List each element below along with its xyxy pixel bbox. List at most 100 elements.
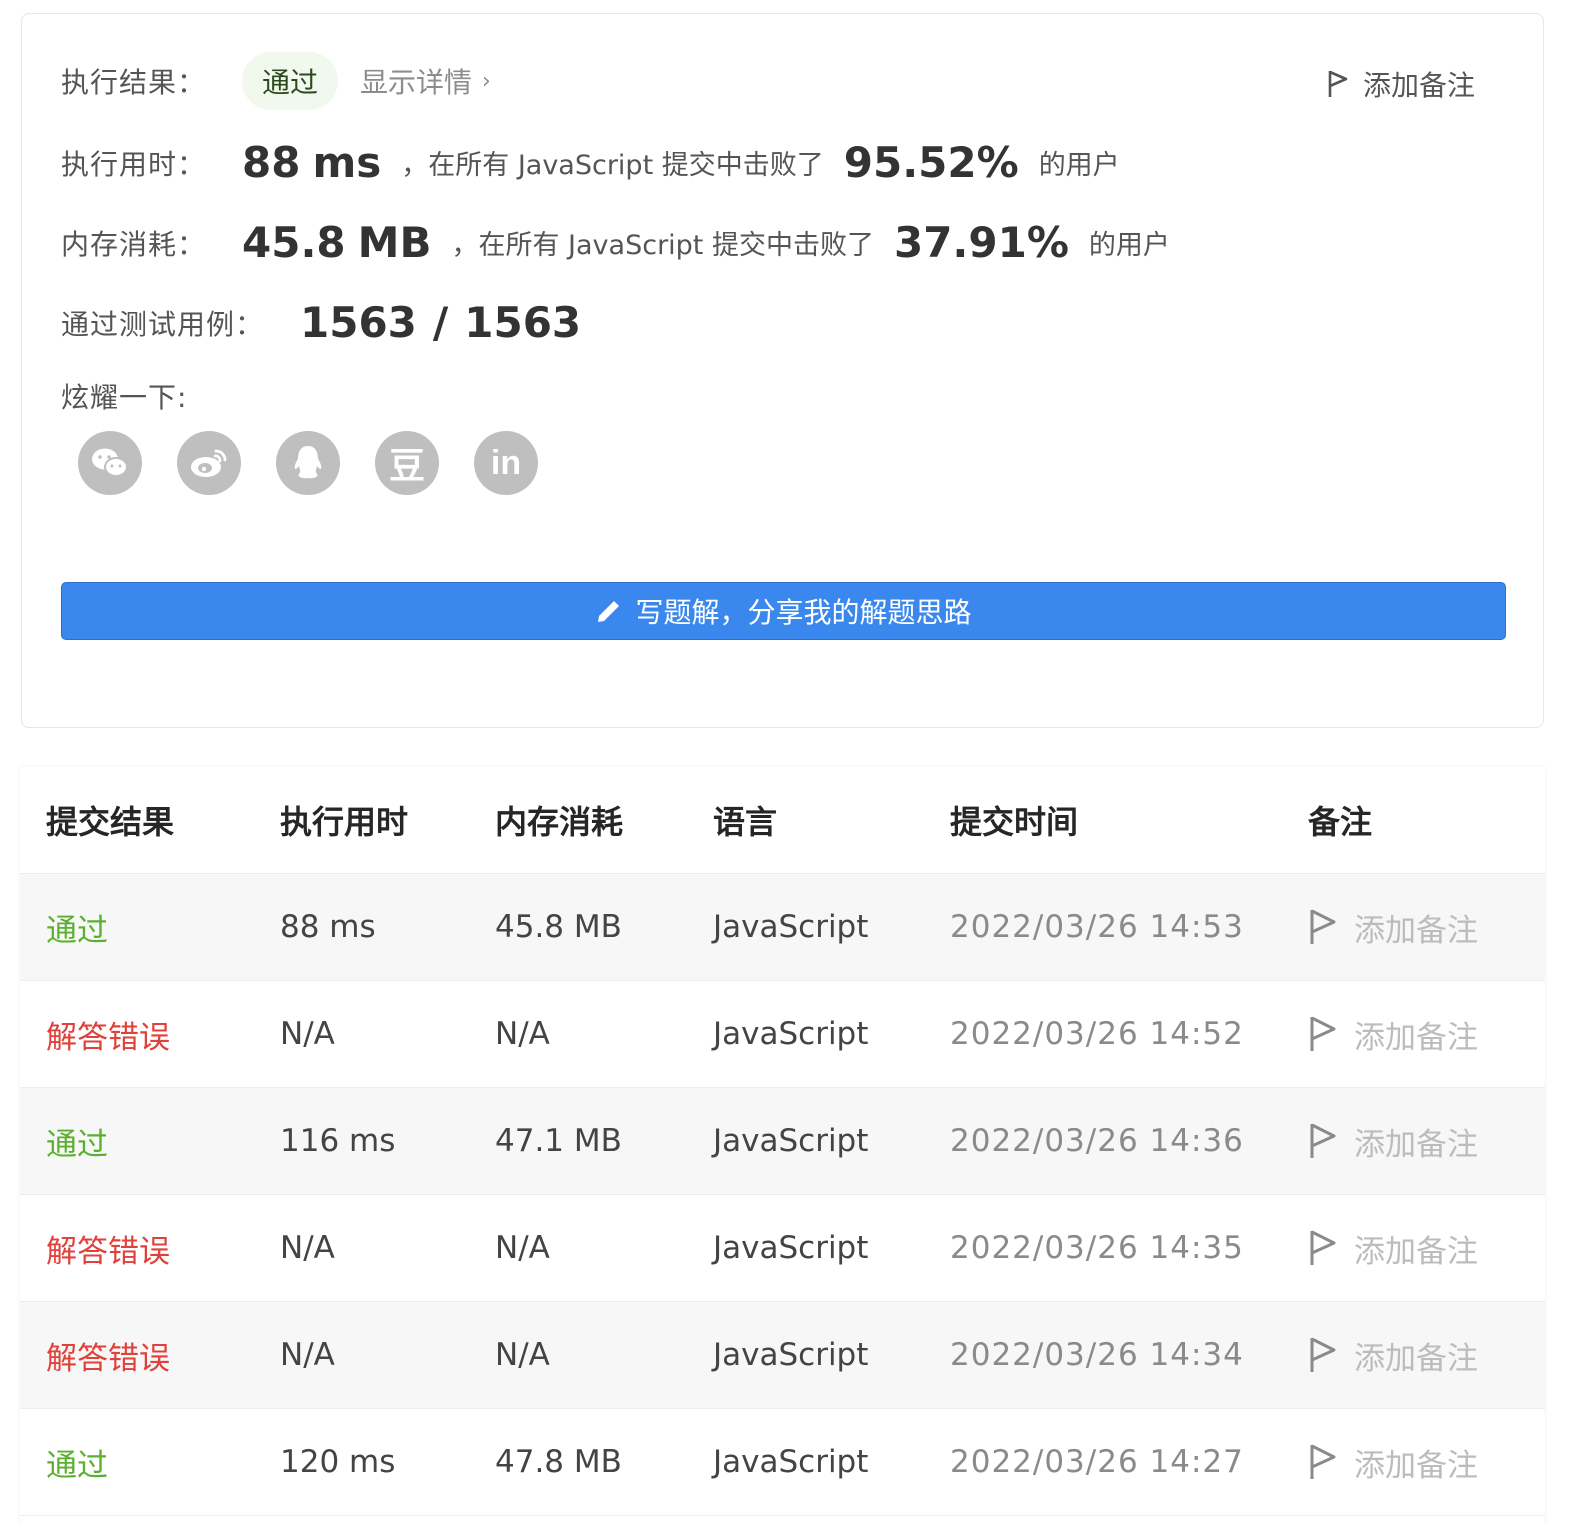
runtime-cell: N/A xyxy=(280,1016,335,1052)
flag-icon xyxy=(1310,909,1336,944)
table-row: 通过 88 ms 45.8 MB JavaScript 2022/03/26 1… xyxy=(20,874,1545,981)
flag-icon xyxy=(1310,1230,1336,1265)
weibo-icon xyxy=(191,449,227,477)
time-cell: 2022/03/26 14:36 xyxy=(950,1123,1244,1159)
add-note-label: 添加备注 xyxy=(1354,912,1478,949)
result-card: 执行结果： 通过 显示详情 › 添加备注 执行用时： 88 ms ，在所有 Ja… xyxy=(21,13,1544,728)
add-note-button[interactable]: 添加备注 xyxy=(1308,874,1478,980)
share-qq-button[interactable] xyxy=(276,431,340,495)
add-note-button[interactable]: 添加备注 xyxy=(1327,64,1475,104)
language-cell: JavaScript xyxy=(713,909,869,945)
add-note-label: 添加备注 xyxy=(1354,1019,1478,1056)
runtime-row: 执行用时： 88 ms ，在所有 JavaScript 提交中击败了 95.52… xyxy=(61,138,1120,187)
douban-icon: 豆 xyxy=(388,446,425,487)
memory-row: 内存消耗： 45.8 MB ，在所有 JavaScript 提交中击败了 37.… xyxy=(61,218,1170,267)
add-note-label: 添加备注 xyxy=(1354,1340,1478,1377)
language-cell: JavaScript xyxy=(713,1230,869,1266)
header-runtime[interactable]: 执行用时 xyxy=(280,767,408,873)
add-note-button[interactable]: 添加备注 xyxy=(1308,981,1478,1087)
status-link[interactable]: 解答错误 xyxy=(46,1195,170,1301)
share-weibo-button[interactable] xyxy=(177,431,241,495)
tests-total: 1563 xyxy=(464,298,582,347)
status-link[interactable]: 通过 xyxy=(46,1088,108,1194)
table-row: 解答错误 N/A N/A JavaScript 2022/03/26 14:35… xyxy=(20,1195,1545,1302)
time-cell: 2022/03/26 14:27 xyxy=(950,1444,1244,1480)
flag-icon xyxy=(1310,1123,1336,1158)
flag-icon xyxy=(1310,1016,1336,1051)
add-note-button[interactable]: 添加备注 xyxy=(1308,1302,1478,1408)
status-badge: 通过 xyxy=(242,52,339,110)
runtime-cell: 120 ms xyxy=(280,1444,396,1480)
runtime-percent: 95.52% xyxy=(843,138,1019,187)
memory-label: 内存消耗： xyxy=(61,227,207,261)
wechat-icon xyxy=(92,448,128,477)
time-cell: 2022/03/26 14:53 xyxy=(950,909,1244,945)
show-details-link[interactable]: 显示详情 › xyxy=(360,61,491,101)
memory-cell: N/A xyxy=(495,1016,550,1052)
add-note-button[interactable]: 添加备注 xyxy=(1308,1195,1478,1301)
runtime-value: 88 xyxy=(242,138,301,187)
share-douban-button[interactable]: 豆 xyxy=(375,431,439,495)
table-row: 解答错误 N/A N/A JavaScript 2022/03/26 14:34… xyxy=(20,1302,1545,1409)
runtime-label: 执行用时： xyxy=(61,147,207,181)
status-link[interactable]: 通过 xyxy=(46,874,108,980)
language-cell: JavaScript xyxy=(713,1444,869,1480)
write-solution-button[interactable]: 写题解，分享我的解题思路 xyxy=(61,582,1506,640)
result-label: 执行结果： xyxy=(61,66,207,99)
tests-passed: 1563 xyxy=(300,298,417,347)
header-time[interactable]: 提交时间 xyxy=(950,767,1078,873)
add-note-label: 添加备注 xyxy=(1354,1233,1478,1270)
time-cell: 2022/03/26 14:52 xyxy=(950,1016,1244,1052)
runtime-cell: 116 ms xyxy=(280,1123,396,1159)
write-solution-label: 写题解，分享我的解题思路 xyxy=(635,596,972,629)
table-row: 通过 116 ms 47.1 MB JavaScript 2022/03/26 … xyxy=(20,1088,1545,1195)
pencil-icon xyxy=(598,598,622,622)
flag-icon xyxy=(1310,1337,1336,1372)
add-note-button[interactable]: 添加备注 xyxy=(1308,1088,1478,1194)
share-linkedin-button[interactable]: in xyxy=(474,431,538,495)
tests-label: 通过测试用例： xyxy=(61,307,265,341)
language-cell: JavaScript xyxy=(713,1337,869,1373)
add-note-label: 添加备注 xyxy=(1354,1126,1478,1163)
memory-cell: 47.1 MB xyxy=(495,1123,622,1159)
header-status[interactable]: 提交结果 xyxy=(46,767,174,873)
runtime-cell: N/A xyxy=(280,1337,335,1373)
memory-percent: 37.91% xyxy=(893,218,1069,267)
header-memory[interactable]: 内存消耗 xyxy=(495,767,623,873)
status-link[interactable]: 解答错误 xyxy=(46,981,170,1087)
tests-separator: / xyxy=(432,298,449,347)
time-cell: 2022/03/26 14:34 xyxy=(950,1337,1244,1373)
memory-cell: N/A xyxy=(495,1337,550,1373)
header-note: 备注 xyxy=(1308,803,1373,841)
memory-cell: N/A xyxy=(495,1230,550,1266)
show-details-label: 显示详情 xyxy=(360,66,473,99)
add-note-label: 添加备注 xyxy=(1354,1447,1478,1484)
flag-icon xyxy=(1310,1444,1336,1479)
share-wechat-button[interactable] xyxy=(78,431,142,495)
table-header: 提交结果 执行用时 内存消耗 语言 提交时间 备注 xyxy=(20,767,1545,874)
result-row: 执行结果： 通过 显示详情 › xyxy=(61,52,491,110)
add-note-button[interactable]: 添加备注 xyxy=(1308,1409,1478,1515)
share-buttons: 豆 in xyxy=(78,431,573,495)
qq-icon xyxy=(294,446,322,479)
add-note-label: 添加备注 xyxy=(1362,69,1475,102)
table-row: 解答错误 N/A N/A JavaScript 2022/03/26 14:52… xyxy=(20,981,1545,1088)
memory-cell: 47.8 MB xyxy=(495,1444,622,1480)
memory-text: ，在所有 JavaScript 提交中击败了 xyxy=(451,230,874,261)
table-row: 通过 120 ms 47.8 MB JavaScript 2022/03/26 … xyxy=(20,1409,1545,1516)
runtime-cell: N/A xyxy=(280,1230,335,1266)
header-language[interactable]: 语言 xyxy=(713,767,777,873)
runtime-cell: 88 ms xyxy=(280,909,376,945)
memory-value: 45.8 xyxy=(242,218,346,267)
language-cell: JavaScript xyxy=(713,1016,869,1052)
runtime-text: ，在所有 JavaScript 提交中击败了 xyxy=(401,150,824,181)
memory-unit: MB xyxy=(357,218,432,267)
share-label: 炫耀一下: xyxy=(61,381,188,414)
language-cell: JavaScript xyxy=(713,1123,869,1159)
linkedin-icon: in xyxy=(490,443,522,482)
status-link[interactable]: 解答错误 xyxy=(46,1302,170,1408)
memory-suffix: 的用户 xyxy=(1088,230,1170,261)
flag-icon xyxy=(1328,70,1348,97)
runtime-unit: ms xyxy=(312,138,382,187)
status-link[interactable]: 通过 xyxy=(46,1409,108,1515)
